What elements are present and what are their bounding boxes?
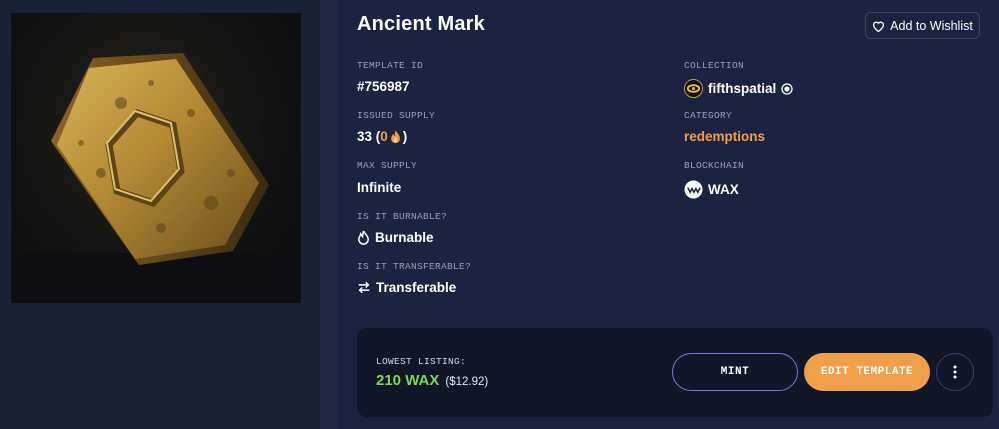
collection-label: COLLECTION (684, 60, 745, 71)
blockchain-text: WAX (708, 182, 739, 197)
flame-icon (390, 129, 401, 144)
issued-supply-value: 33 ( 0 ) (357, 129, 407, 144)
burnable-text: Burnable (375, 230, 434, 245)
lowest-listing-card: LOWEST LISTING: 210 WAX ($12.92) MINT ED… (357, 328, 993, 417)
issued-supply-close: ) (402, 129, 408, 144)
template-id-label: TEMPLATE ID (357, 60, 424, 71)
edit-template-button[interactable]: EDIT TEMPLATE (804, 353, 930, 391)
price-wax: 210 WAX (376, 372, 440, 389)
burnable-value: Burnable (357, 230, 434, 245)
blockchain-label: BLOCKCHAIN (684, 160, 745, 171)
mint-button[interactable]: MINT (672, 353, 798, 391)
max-supply-value: Infinite (357, 180, 401, 195)
gold-coin-image (11, 53, 301, 303)
panel-divider (320, 0, 338, 429)
verified-badge-icon (781, 82, 793, 95)
wax-logo-icon (684, 180, 703, 199)
issued-supply-count: 33 (357, 129, 373, 144)
burned-count: 0 (380, 129, 388, 144)
price-usd: ($12.92) (445, 376, 489, 388)
collection-logo-icon (684, 79, 703, 98)
template-id-value: #756987 (357, 79, 410, 94)
heart-outline-icon (872, 20, 885, 32)
max-supply-text: Infinite (357, 180, 402, 195)
more-options-button[interactable] (936, 353, 974, 391)
blockchain-value: WAX (684, 180, 739, 199)
asset-media-panel (0, 0, 320, 429)
lowest-listing-price: 210 WAX ($12.92) (376, 372, 488, 389)
burnable-label: IS IT BURNABLE? (357, 211, 448, 222)
more-vertical-icon (953, 365, 957, 379)
category-label: CATEGORY (684, 110, 733, 121)
add-to-wishlist-button[interactable]: Add to Wishlist (865, 12, 980, 39)
category-value[interactable]: redemptions (684, 129, 765, 144)
transferable-value: Transferable (357, 280, 456, 295)
flame-outline-icon (357, 230, 370, 245)
transfer-arrows-icon (357, 281, 371, 294)
max-supply-label: MAX SUPPLY (357, 160, 418, 171)
asset-image[interactable] (11, 13, 301, 303)
collection-name-link[interactable]: fifthspatial (708, 81, 776, 96)
transferable-text: Transferable (376, 280, 457, 295)
issued-supply-label: ISSUED SUPPLY (357, 110, 436, 121)
transferable-label: IS IT TRANSFERABLE? (357, 261, 472, 272)
issued-supply-open: ( (372, 129, 381, 144)
asset-title: Ancient Mark (357, 13, 485, 35)
lowest-listing-label: LOWEST LISTING: (376, 356, 467, 367)
template-id-text: #756987 (357, 79, 410, 94)
collection-value[interactable]: fifthspatial (684, 79, 793, 98)
wishlist-label: Add to Wishlist (890, 18, 973, 33)
category-link[interactable]: redemptions (684, 129, 765, 144)
